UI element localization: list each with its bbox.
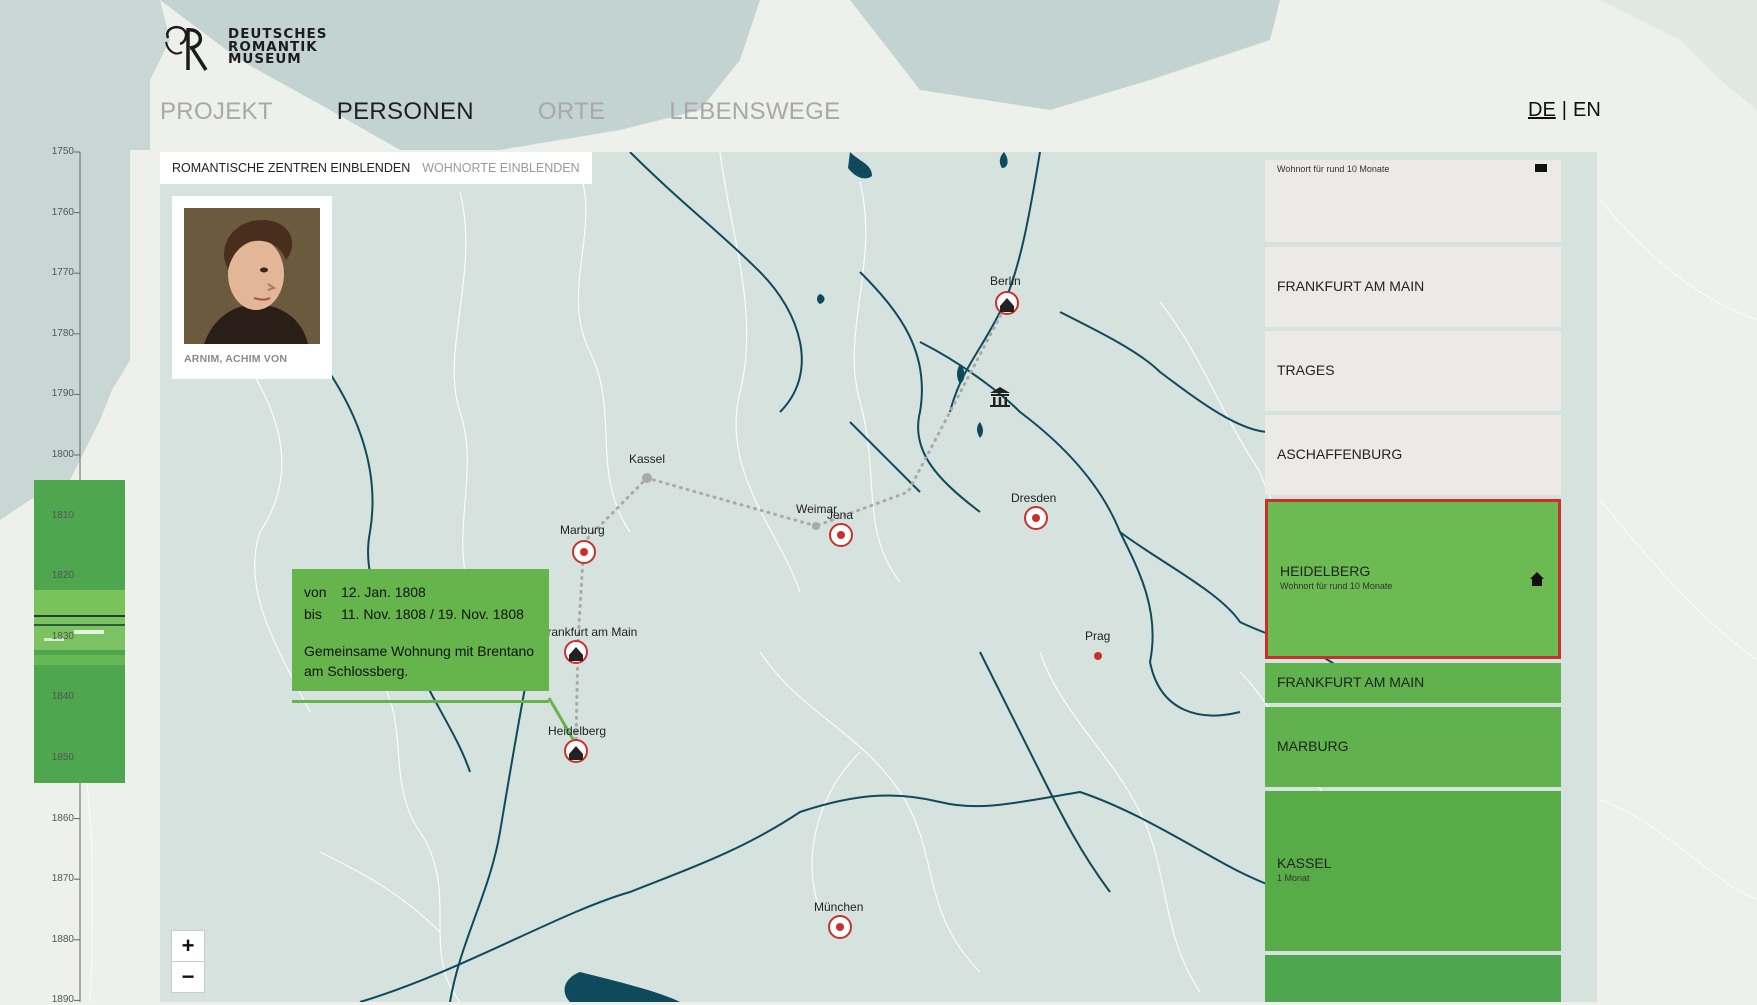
station-sub: 1 Monat bbox=[1277, 873, 1310, 883]
station-label: HEIDELBERG bbox=[1280, 563, 1371, 579]
zoom-out-button[interactable]: − bbox=[172, 961, 204, 992]
timeline-year-label: 1790 bbox=[51, 388, 74, 400]
station-label: FRANKFURT AM MAIN bbox=[1277, 278, 1425, 294]
museum-logo[interactable]: DEUTSCHES ROMANTIK MUSEUM bbox=[158, 22, 327, 72]
logo-mark-icon bbox=[165, 26, 208, 71]
language-switch: DE | EN bbox=[1528, 99, 1601, 122]
nav-projekt[interactable]: PROJEKT bbox=[160, 98, 273, 126]
map-toggles: ROMANTISCHE ZENTREN EINBLENDEN WOHNORTE … bbox=[160, 152, 592, 184]
city-label-heidelberg: Heidelberg bbox=[548, 724, 606, 738]
timeline-year-label: 1820 bbox=[51, 570, 74, 582]
station-card[interactable] bbox=[1265, 955, 1561, 1002]
timeline-year-label: 1890 bbox=[51, 994, 74, 1005]
year-timeline[interactable]: 1750 1760 1770 1780 1790 1800 1810 1820 1830 1840… bbox=[0, 140, 140, 1005]
station-label: ASCHAFFENBURG bbox=[1277, 446, 1403, 462]
popup-to-label: bis bbox=[304, 606, 322, 622]
timeline-year-label: 1880 bbox=[51, 933, 74, 945]
toggle-residences[interactable]: WOHNORTE EINBLENDEN bbox=[422, 161, 579, 175]
station-label: MARBURG bbox=[1277, 738, 1349, 754]
city-label-prag: Prag bbox=[1085, 629, 1110, 643]
timeline-year-label: 1870 bbox=[51, 873, 74, 885]
lang-de[interactable]: DE bbox=[1528, 99, 1556, 121]
timeline-year-label: 1810 bbox=[51, 509, 74, 521]
person-portrait bbox=[184, 208, 320, 344]
zoom-control: + − bbox=[171, 930, 205, 993]
nav-personen[interactable]: PERSONEN bbox=[337, 98, 474, 126]
station-card[interactable]: KASSEL 1 Monat bbox=[1265, 791, 1561, 951]
stay-popup: von 12. Jan. 1808 bis 11. Nov. 1808 / 19. … bbox=[292, 569, 549, 691]
city-label-marburg: Marburg bbox=[560, 523, 605, 537]
toggle-centers[interactable]: ROMANTISCHE ZENTREN EINBLENDEN bbox=[172, 161, 410, 175]
popup-to-value: 11. Nov. 1808 / 19. Nov. 1808 bbox=[341, 606, 524, 622]
timeline-year-label: 1780 bbox=[51, 327, 74, 339]
timeline-year-label: 1840 bbox=[51, 691, 74, 703]
person-card[interactable]: ARNIM, ACHIM VON bbox=[172, 196, 332, 379]
station-label: FRANKFURT AM MAIN bbox=[1277, 674, 1425, 690]
station-card[interactable]: FRANKFURT AM MAIN bbox=[1265, 663, 1561, 703]
lang-en[interactable]: EN bbox=[1573, 99, 1601, 121]
popup-from-value: 12. Jan. 1808 bbox=[341, 584, 426, 600]
zoom-in-button[interactable]: + bbox=[172, 931, 204, 961]
lang-separator: | bbox=[1561, 99, 1567, 121]
station-top-sub: Wohnort für rund 10 Monate bbox=[1277, 164, 1390, 174]
nav-orte[interactable]: ORTE bbox=[538, 98, 605, 126]
station-label: TRAGES bbox=[1277, 362, 1335, 378]
timeline-year-label: 1760 bbox=[51, 206, 74, 218]
popup-note: Gemeinsame Wohnung mit Brentano am Schlo… bbox=[304, 643, 535, 679]
timeline-year-label: 1750 bbox=[51, 146, 74, 157]
timeline-year-label: 1800 bbox=[51, 449, 74, 460]
logo-line-3: MUSEUM bbox=[228, 51, 302, 68]
timeline-year-label: 1850 bbox=[51, 752, 74, 763]
station-card-selected[interactable]: HEIDELBERG Wohnort für rund 10 Monate bbox=[1265, 499, 1561, 659]
stations-panel[interactable]: Wohnort für rund 10 Monate FRANKFURT AM … bbox=[1265, 160, 1561, 1002]
station-card[interactable]: FRANKFURT AM MAIN bbox=[1265, 247, 1561, 327]
station-card[interactable]: TRAGES bbox=[1265, 331, 1561, 411]
nav-lebenswege[interactable]: LEBENSWEGE bbox=[669, 98, 840, 126]
popup-underline bbox=[292, 700, 549, 703]
station-card[interactable]: MARBURG bbox=[1265, 707, 1561, 787]
city-label-frankfurt: Frankfurt am Main bbox=[540, 625, 637, 639]
station-sub: Wohnort für rund 10 Monate bbox=[1280, 581, 1393, 591]
timeline-year-label: 1860 bbox=[51, 812, 74, 824]
main-nav: PROJEKT PERSONEN ORTE LEBENSWEGE bbox=[160, 98, 904, 126]
city-label-berlin: Berlin bbox=[990, 274, 1021, 288]
station-label: KASSEL bbox=[1277, 855, 1332, 871]
city-label-muenchen: München bbox=[814, 900, 863, 914]
timeline-year-label: 1830 bbox=[51, 630, 74, 642]
house-icon bbox=[1535, 164, 1547, 172]
timeline-year-label: 1770 bbox=[51, 267, 74, 279]
popup-from-label: von bbox=[304, 584, 327, 600]
station-card[interactable]: ASCHAFFENBURG bbox=[1265, 415, 1561, 495]
city-label-jena: Jena bbox=[827, 508, 853, 522]
city-label-dresden: Dresden bbox=[1011, 491, 1056, 505]
house-icon bbox=[1530, 572, 1544, 586]
station-card-top[interactable]: Wohnort für rund 10 Monate bbox=[1265, 160, 1561, 242]
person-name: ARNIM, ACHIM VON bbox=[184, 353, 288, 365]
city-label-kassel: Kassel bbox=[629, 452, 665, 466]
